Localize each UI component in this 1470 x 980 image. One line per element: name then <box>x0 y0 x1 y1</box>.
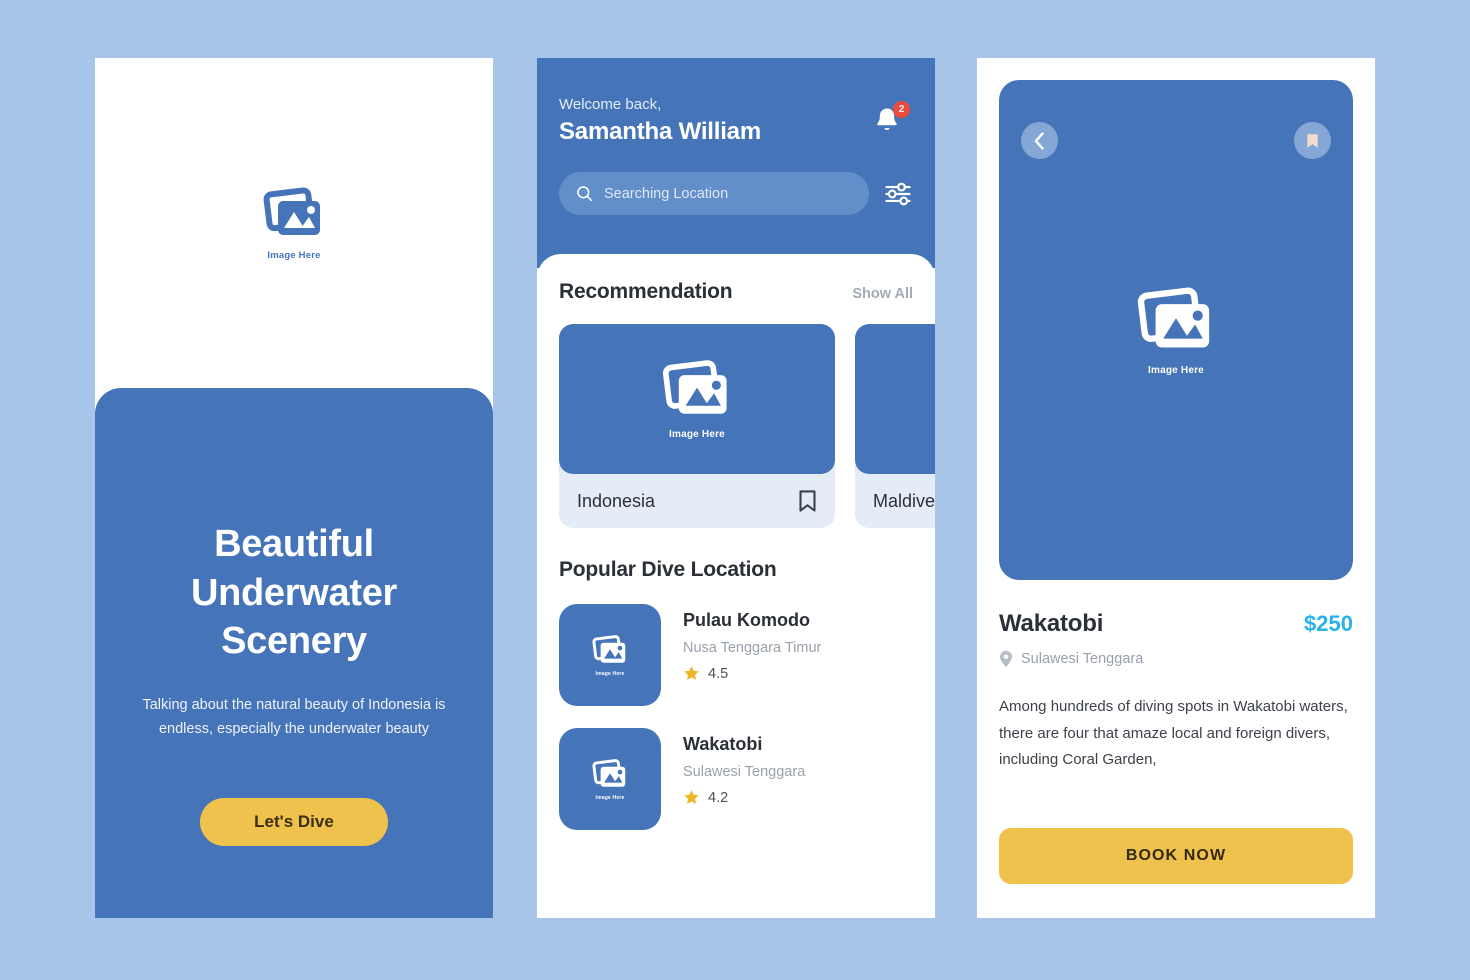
list-item-thumbnail: Image Here <box>559 604 661 706</box>
map-pin-icon <box>1000 650 1012 668</box>
list-item-location: Sulawesi Tenggara <box>683 764 806 780</box>
list-item-rating: 4.2 <box>683 789 805 806</box>
image-placeholder-label: Image Here <box>595 670 625 677</box>
title-line-1: Beautiful <box>214 523 374 565</box>
phone-screen-detail: Image Here Wakatobi $250 Sulawesi Tengga… <box>977 58 1375 918</box>
image-placeholder-icon: Image Here <box>658 358 736 440</box>
list-item-rating-value: 4.2 <box>708 789 729 806</box>
detail-location-text: Sulawesi Tenggara <box>1021 651 1144 667</box>
list-item-name: Pulau Komodo <box>683 610 810 630</box>
search-bar[interactable] <box>559 172 869 215</box>
onboarding-hero-panel: Beautiful Underwater Scenery Talking abo… <box>95 388 493 918</box>
back-button[interactable] <box>1021 122 1058 159</box>
detail-hero-image: Image Here <box>999 80 1353 580</box>
list-item-info: Pulau Komodo Nusa Tenggara Timur 4.5 <box>683 604 821 706</box>
recommendation-card-footer: Maldives <box>855 474 935 528</box>
show-all-link[interactable]: Show All <box>852 286 913 302</box>
list-item[interactable]: Image Here Wakatobi Sulawesi Tenggara 4.… <box>559 728 913 830</box>
recommendation-header: Recommendation Show All <box>559 280 913 304</box>
recommendation-card-name: Indonesia <box>577 490 656 511</box>
home-content-sheet: Recommendation Show All Image Here Indon… <box>537 254 935 918</box>
welcome-label: Welcome back, <box>559 96 662 113</box>
bookmark-button[interactable] <box>1294 122 1331 159</box>
recommendation-title: Recommendation <box>559 280 733 303</box>
detail-title-row: Wakatobi $250 <box>999 610 1353 638</box>
recommendation-card-footer: Indonesia <box>559 474 835 528</box>
image-placeholder-icon: Image Here <box>590 634 630 677</box>
page-title: Beautiful Underwater Scenery <box>191 520 397 666</box>
detail-price: $250 <box>1304 611 1353 636</box>
bookmark-icon[interactable] <box>798 489 817 513</box>
phone-screen-onboarding: Image Here Beautiful Underwater Scenery … <box>95 58 493 918</box>
sliders-icon[interactable] <box>883 179 913 209</box>
search-icon <box>577 186 593 202</box>
mockup-canvas: Image Here Beautiful Underwater Scenery … <box>0 0 1470 980</box>
list-item-info: Wakatobi Sulawesi Tenggara 4.2 <box>683 728 805 830</box>
popular-section-title: Popular Dive Location <box>559 558 777 581</box>
bookmark-icon <box>1307 133 1318 148</box>
title-line-3: Scenery <box>221 620 367 663</box>
image-placeholder-label: Image Here <box>669 429 725 440</box>
star-icon <box>684 666 699 680</box>
image-placeholder-label: Image Here <box>1148 364 1204 376</box>
image-placeholder-icon: Image Here <box>1133 285 1219 376</box>
list-item[interactable]: Image Here Pulau Komodo Nusa Tenggara Ti… <box>559 604 913 706</box>
star-icon <box>684 790 699 804</box>
chevron-left-icon <box>1034 131 1044 150</box>
onboarding-subtitle: Talking about the natural beauty of Indo… <box>142 696 446 737</box>
notification-badge: 2 <box>893 101 910 118</box>
detail-body: Image Here Wakatobi $250 Sulawesi Tengga… <box>977 58 1375 918</box>
image-placeholder-icon: Image Here <box>590 758 630 801</box>
user-name: Samantha William <box>559 118 761 145</box>
detail-title: Wakatobi <box>999 610 1104 637</box>
list-item-location: Nusa Tenggara Timur <box>683 640 822 656</box>
list-item-rating: 4.5 <box>683 665 821 682</box>
image-placeholder-icon: Image Here <box>263 186 325 261</box>
image-placeholder-label: Image Here <box>595 794 625 801</box>
home-header: Welcome back, Samantha William 2 <box>537 58 935 268</box>
list-item-name: Wakatobi <box>683 734 763 754</box>
recommendation-card-image <box>855 324 935 474</box>
detail-description: Among hundreds of diving spots in Wakato… <box>999 698 1348 769</box>
recommendation-card-image: Image Here <box>559 324 835 474</box>
recommendation-carousel[interactable]: Image Here Indonesia Maldives <box>559 324 935 528</box>
recommendation-card-name: Maldives <box>873 490 935 511</box>
lets-dive-button[interactable]: Let's Dive <box>200 797 388 846</box>
onboarding-image-area: Image Here <box>95 58 493 388</box>
notification-button[interactable]: 2 <box>873 101 910 140</box>
detail-location: Sulawesi Tenggara <box>999 650 1353 668</box>
phone-screen-home: Welcome back, Samantha William 2 Searchi… <box>537 58 935 918</box>
recommendation-card[interactable]: Image Here Indonesia <box>559 324 835 528</box>
list-item-thumbnail: Image Here <box>559 728 661 830</box>
search-input[interactable] <box>604 185 852 202</box>
book-now-button[interactable]: BOOK NOW <box>999 828 1353 885</box>
list-item-rating-value: 4.5 <box>708 665 729 682</box>
search-row <box>559 172 913 215</box>
title-line-2: Underwater <box>190 571 398 614</box>
recommendation-card[interactable]: Maldives <box>855 324 935 528</box>
image-placeholder-label: Image Here <box>267 249 321 261</box>
